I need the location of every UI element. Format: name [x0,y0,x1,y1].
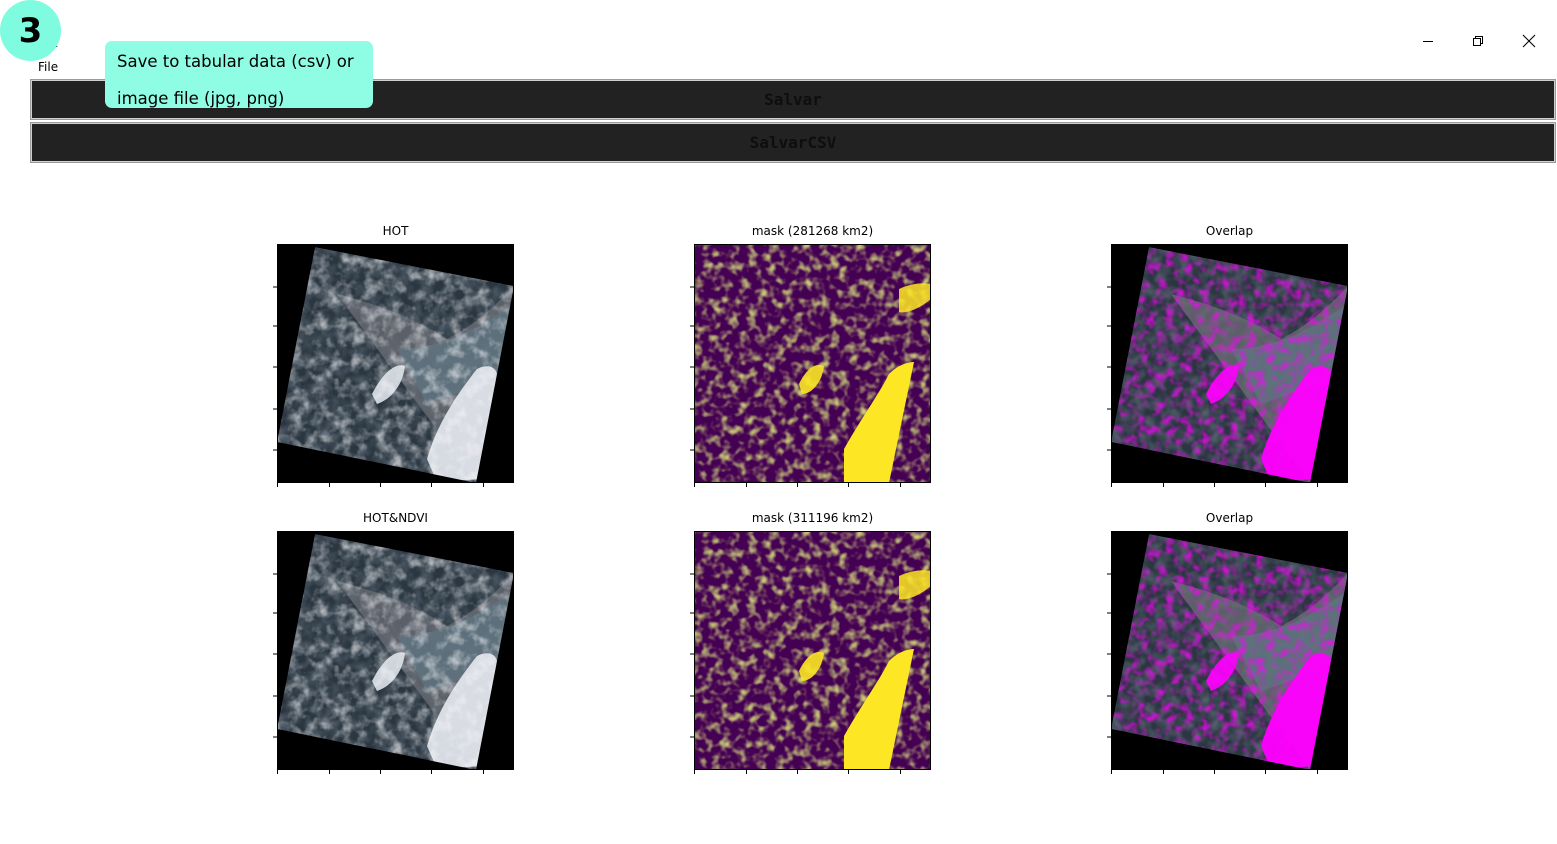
panel-title: Overlap [1206,224,1253,238]
figure-panel-4: HOT&NDVI [273,511,514,774]
callout-tooltip: Save to tabular data (csv) or image file… [105,41,373,108]
figure-panel-6: Overlap [1107,511,1348,774]
panel-title: HOT [383,224,409,238]
panel-title: mask (281268 km2) [752,224,873,238]
figure-panel-2: mask (281268 km2) [690,224,931,487]
panel-title: Overlap [1206,511,1253,525]
results-figure: HOT mask (281268 km2) Overlap HOT&NDVI mask … [273,224,1348,774]
figure-panel-5: mask (311196 km2) [690,511,931,774]
callout-line-1: Save to tabular data (csv) or [117,52,354,71]
figure-panel-3: Overlap [1107,224,1348,487]
figure-panel-1: HOT [273,224,514,487]
panel-title: mask (311196 km2) [752,511,873,525]
callout-line-2: image file (jpg, png) [117,89,285,108]
panel-title: HOT&NDVI [363,511,428,525]
